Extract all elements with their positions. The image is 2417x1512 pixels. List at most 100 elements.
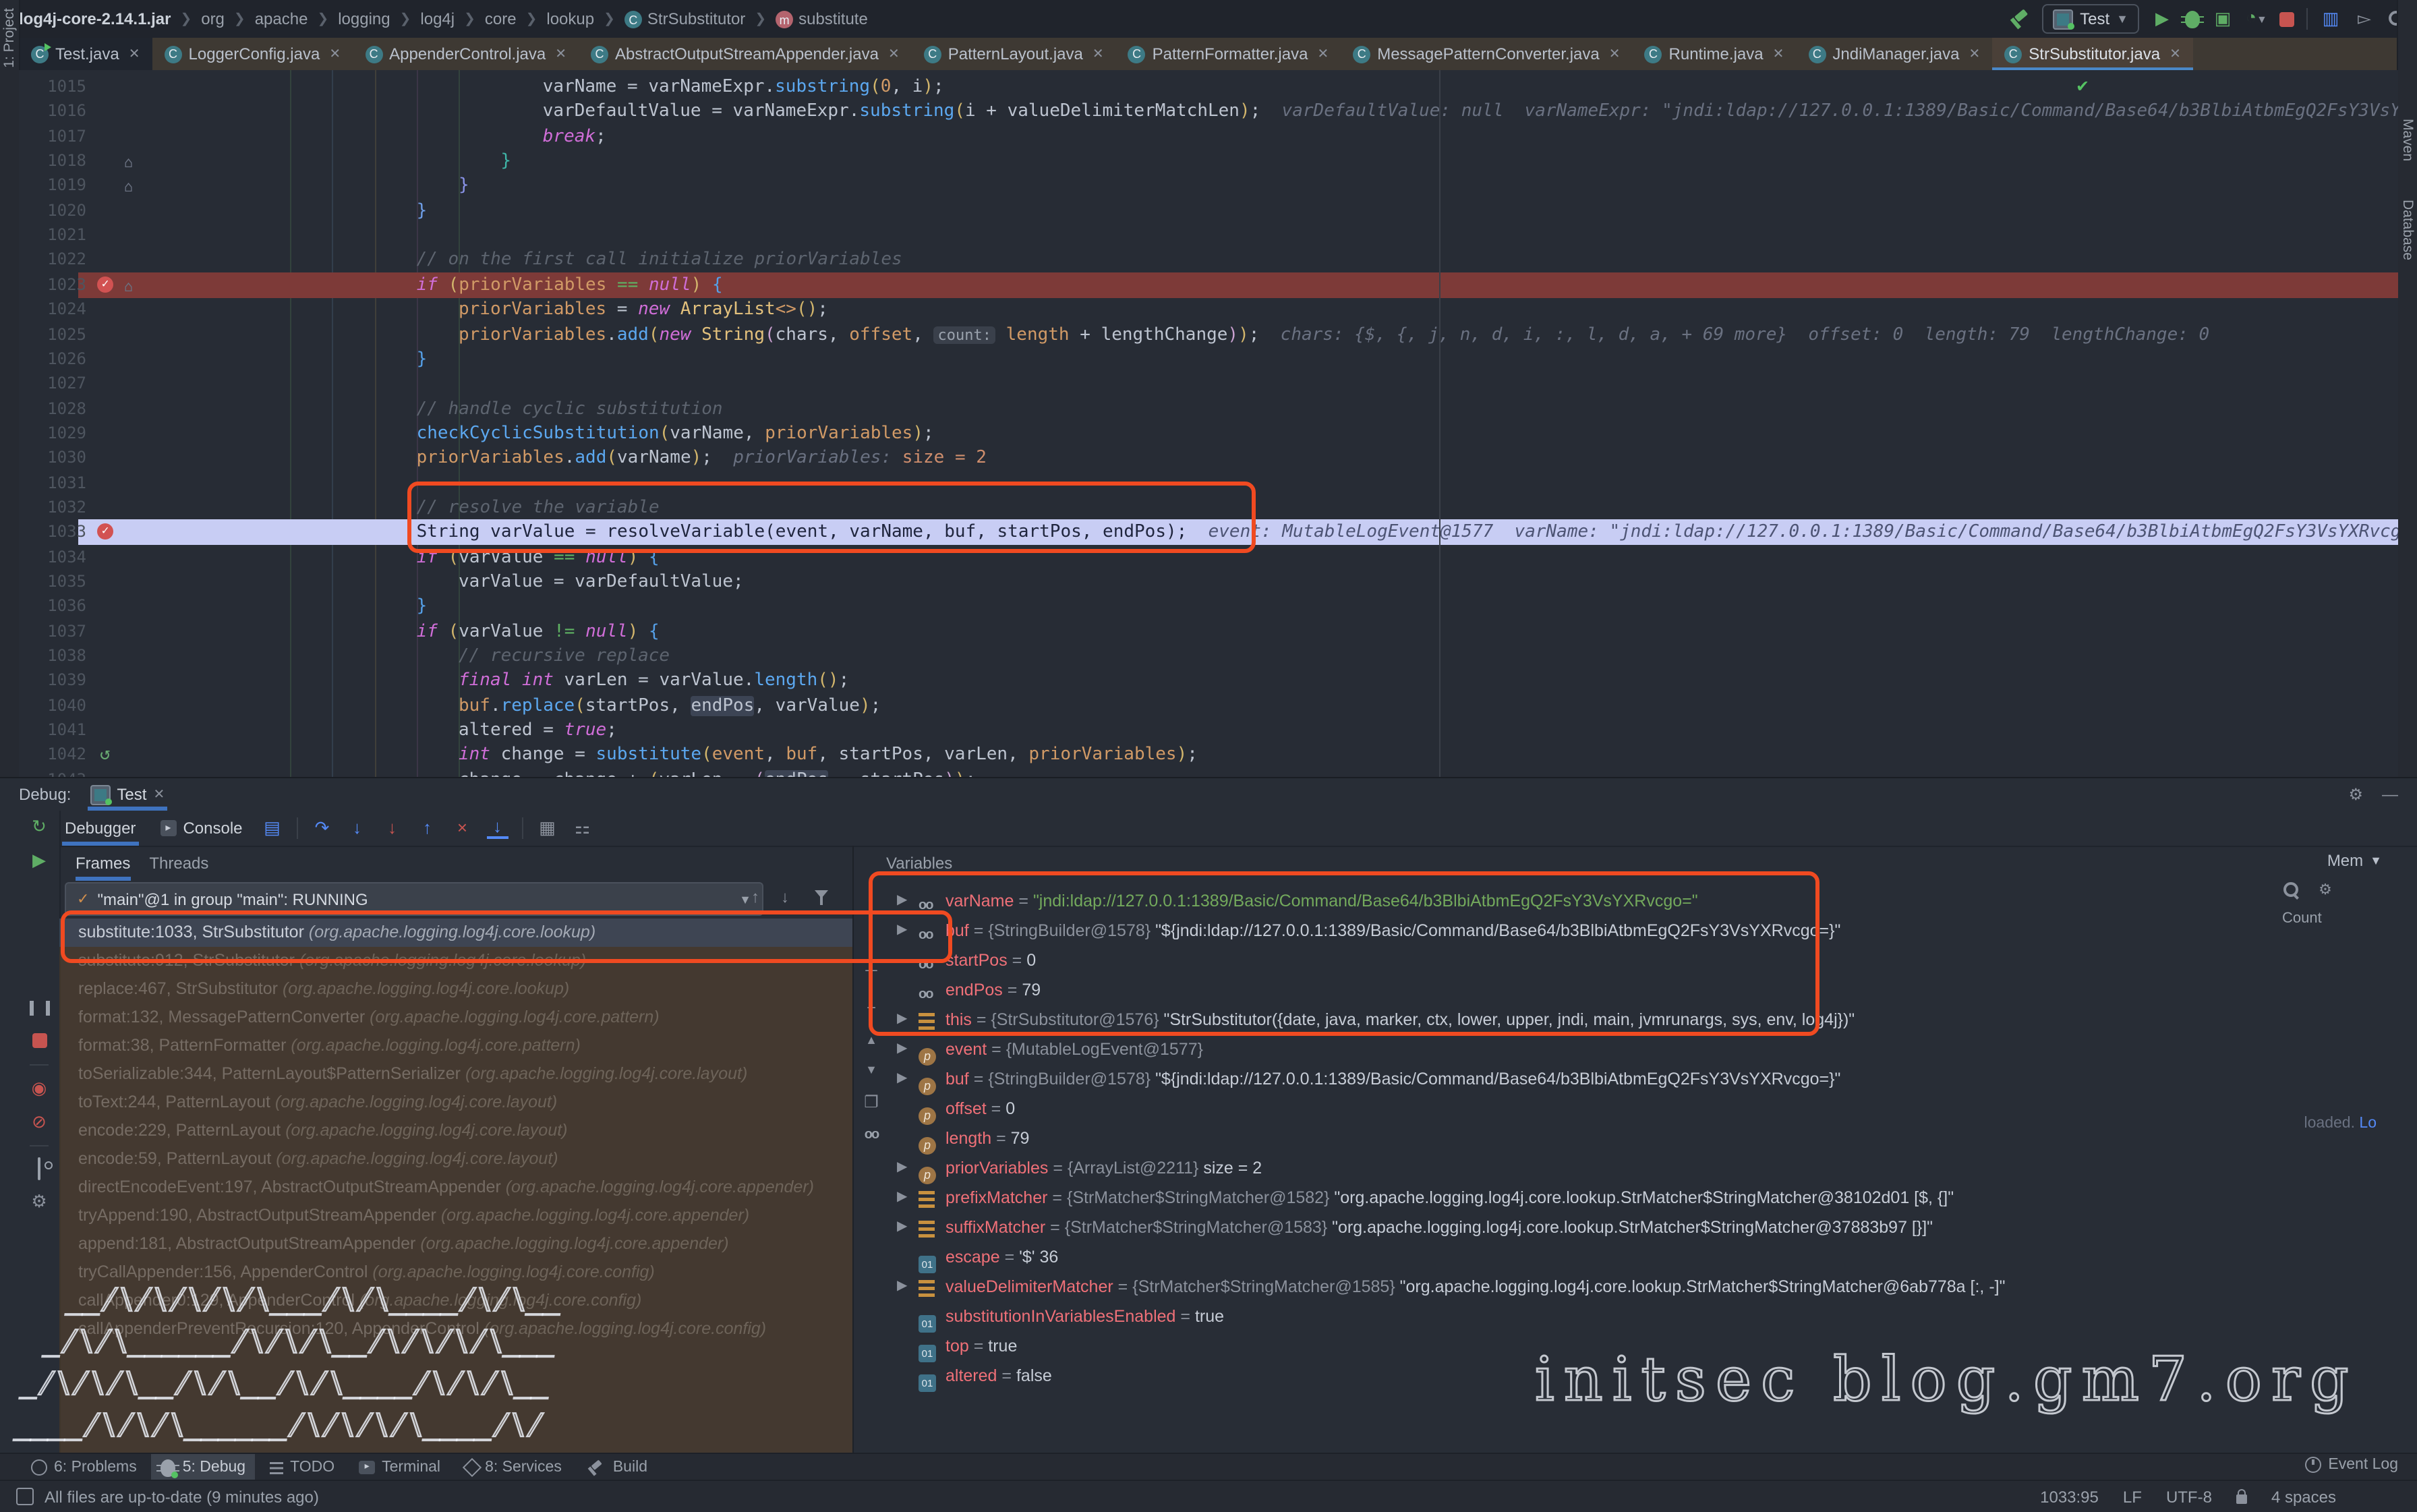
breadcrumb[interactable]: log4j-core-2.14.1.jar❯org❯apache❯logging… — [19, 0, 868, 38]
drop-frame-icon[interactable]: × — [452, 819, 473, 838]
force-step-into-icon[interactable]: ↓ — [382, 819, 403, 838]
running-processes-icon[interactable]: ▥ — [2320, 9, 2341, 28]
variable-row[interactable]: plength = 79 — [889, 1124, 2398, 1153]
frame-row[interactable]: encode:59, PatternLayout (org.apache.log… — [59, 1145, 852, 1173]
code-line[interactable]: 1038// recursive replace — [19, 643, 2398, 669]
fold-marker-icon[interactable]: ⌂ — [124, 175, 133, 200]
line-number[interactable]: 1035 — [19, 569, 86, 595]
line-number[interactable]: 1023 — [19, 272, 86, 298]
expander-icon[interactable]: ▶ — [897, 1153, 907, 1183]
caret-position[interactable]: 1033:95 — [2040, 1487, 2099, 1506]
line-number[interactable]: 1021 — [19, 223, 86, 248]
code-line[interactable]: 1039final int varLen = varValue.length()… — [19, 668, 2398, 694]
file-encoding[interactable]: UTF-8 — [2166, 1487, 2212, 1506]
debug-settings-icon[interactable]: ⚙ — [28, 1191, 50, 1213]
layout-icon[interactable]: ▤ — [262, 819, 283, 838]
variable-row[interactable]: ▶valueDelimiterMatcher = {StrMatcher$Str… — [889, 1272, 2398, 1302]
variable-row[interactable]: ▶pevent = {MutableLogEvent@1577} — [889, 1035, 2398, 1064]
thread-selector[interactable]: ✓ "main"@1 in group "main": RUNNING ▼ — [65, 882, 763, 916]
expander-icon[interactable]: ▶ — [897, 1035, 907, 1064]
line-number[interactable]: 1034 — [19, 544, 86, 570]
mute-breakpoints-icon[interactable]: ⊘ — [28, 1111, 50, 1133]
expander-icon[interactable]: ▶ — [897, 1213, 907, 1242]
code-line[interactable]: 1027 — [19, 371, 2398, 397]
editor-tab[interactable]: CAppenderControl.java✕ — [353, 38, 579, 70]
load-link[interactable]: Lo — [2359, 1115, 2377, 1132]
toolstrip-project[interactable]: 1: Project — [1, 8, 18, 68]
add-watch-icon[interactable]: ＋ — [863, 959, 879, 982]
editor-tab[interactable]: CAbstractOutputStreamAppender.java✕ — [579, 38, 912, 70]
code-line[interactable]: 1037if (varValue != null) { — [19, 618, 2398, 644]
coverage-button[interactable]: ▣ — [2212, 9, 2234, 28]
breadcrumb-item[interactable]: logging — [338, 9, 390, 28]
rerun-icon[interactable]: ↻ — [28, 816, 50, 838]
expander-icon[interactable]: ▶ — [897, 1005, 907, 1035]
fold-marker-icon[interactable]: ⌂ — [124, 274, 133, 299]
line-number[interactable]: 1030 — [19, 446, 86, 471]
code-line[interactable]: 1034if (varValue == null) { — [19, 544, 2398, 570]
frame-row[interactable]: directEncodeEvent:197, AbstractOutputStr… — [59, 1173, 852, 1202]
run-button[interactable]: ▶ — [2151, 9, 2173, 28]
filter-icon[interactable] — [815, 890, 828, 898]
code-line[interactable]: 1032// resolve the variable — [19, 495, 2398, 521]
line-number[interactable]: 1015 — [19, 74, 86, 100]
code-line[interactable]: 1043change = change + (varLen - (endPos … — [19, 767, 2398, 777]
code-line[interactable]: 1019⌂} — [19, 173, 2398, 199]
variable-row[interactable]: 01top = true — [889, 1331, 2398, 1361]
variable-row[interactable]: ▶this = {StrSubstitutor@1576} "StrSubsti… — [889, 1005, 2398, 1035]
frame-row[interactable]: tryCallAppender:156, AppenderControl (or… — [59, 1258, 852, 1287]
run-to-cursor-icon[interactable]: ↓ — [487, 817, 508, 839]
breadcrumb-item[interactable]: core — [485, 9, 517, 28]
frame-row[interactable]: encode:229, PatternLayout (org.apache.lo… — [59, 1117, 852, 1145]
view-breakpoints-icon[interactable]: ◉ — [28, 1078, 50, 1099]
close-icon[interactable]: ✕ — [888, 47, 900, 61]
frame-row[interactable]: callAppenderPreventRecursion:120, Append… — [59, 1315, 852, 1343]
inspection-ok-icon[interactable]: ✔ — [2076, 77, 2089, 96]
variable-row[interactable]: 01altered = false — [889, 1361, 2398, 1391]
line-number[interactable]: 1033 — [19, 520, 86, 546]
event-log-button[interactable]: Event Log — [2305, 1457, 2398, 1473]
variable-row[interactable]: 01escape = '$' 36 — [889, 1242, 2398, 1272]
breakpoint-icon[interactable]: ✓ — [97, 277, 113, 293]
profiler-button[interactable]: ◔▼ — [2246, 8, 2267, 30]
tab-debugger[interactable]: Debugger — [59, 811, 141, 846]
breadcrumb-item[interactable]: log4j-core-2.14.1.jar — [19, 9, 171, 28]
code-line[interactable]: 1029checkCyclicSubstitution(varName, pri… — [19, 421, 2398, 446]
toolwindow-button--problems[interactable]: 6: Problems — [22, 1454, 146, 1481]
close-icon[interactable]: ✕ — [555, 47, 566, 61]
breadcrumb-item[interactable]: apache — [255, 9, 308, 28]
breadcrumb-item[interactable]: log4j — [420, 9, 455, 28]
tab-frames[interactable]: Frames — [76, 846, 130, 881]
editor-tab[interactable]: CPatternFormatter.java✕ — [1116, 38, 1341, 70]
code-line[interactable]: 1024priorVariables = new ArrayList<>(); — [19, 297, 2398, 322]
toolwindow-button-todo[interactable]: TODO — [260, 1454, 344, 1481]
pause-icon[interactable] — [28, 999, 50, 1020]
editor-tab[interactable]: CRuntime.java✕ — [1633, 38, 1797, 70]
tab-threads[interactable]: Threads — [149, 846, 208, 881]
toolstrip-maven[interactable]: Maven — [2399, 119, 2416, 161]
editor-tab[interactable]: CJndiManager.java✕ — [1796, 38, 1992, 70]
breadcrumb-item[interactable]: CStrSubstitutor — [624, 9, 745, 29]
close-icon[interactable]: ✕ — [129, 47, 140, 61]
editor-tab[interactable]: CPatternLayout.java✕ — [912, 38, 1116, 70]
recursive-call-icon[interactable]: ↺ — [100, 743, 111, 768]
code-editor[interactable]: 1015varName = varNameExpr.substring(0, i… — [19, 70, 2398, 777]
line-number[interactable]: 1038 — [19, 643, 86, 669]
close-icon[interactable]: ✕ — [2170, 47, 2181, 61]
resume-icon[interactable]: ▶ — [28, 850, 50, 871]
variable-row[interactable]: ▶pbuf = {StringBuilder@1578} "${jndi:lda… — [889, 1064, 2398, 1094]
variable-row[interactable]: ▶oobuf = {StringBuilder@1578} "${jndi:ld… — [889, 916, 2398, 946]
code-line[interactable]: 1026} — [19, 347, 2398, 372]
evaluate-expression-icon[interactable]: ▦ — [537, 819, 558, 838]
toolwindow-button-terminal[interactable]: ▸Terminal — [349, 1454, 450, 1481]
line-number[interactable]: 1020 — [19, 198, 86, 224]
expander-icon[interactable]: ▶ — [897, 886, 907, 916]
code-line[interactable]: 1028// handle cyclic substitution — [19, 396, 2398, 421]
indent-setting[interactable]: 4 spaces — [2271, 1487, 2336, 1506]
variable-row[interactable]: oostartPos = 0 — [889, 946, 2398, 975]
line-number[interactable]: 1043 — [19, 767, 86, 777]
close-icon[interactable]: ✕ — [1969, 47, 1981, 61]
panel-icon[interactable]: ❐ — [864, 1093, 879, 1111]
line-number[interactable]: 1022 — [19, 248, 86, 273]
toolwindow-button-build[interactable]: Build — [577, 1454, 657, 1481]
